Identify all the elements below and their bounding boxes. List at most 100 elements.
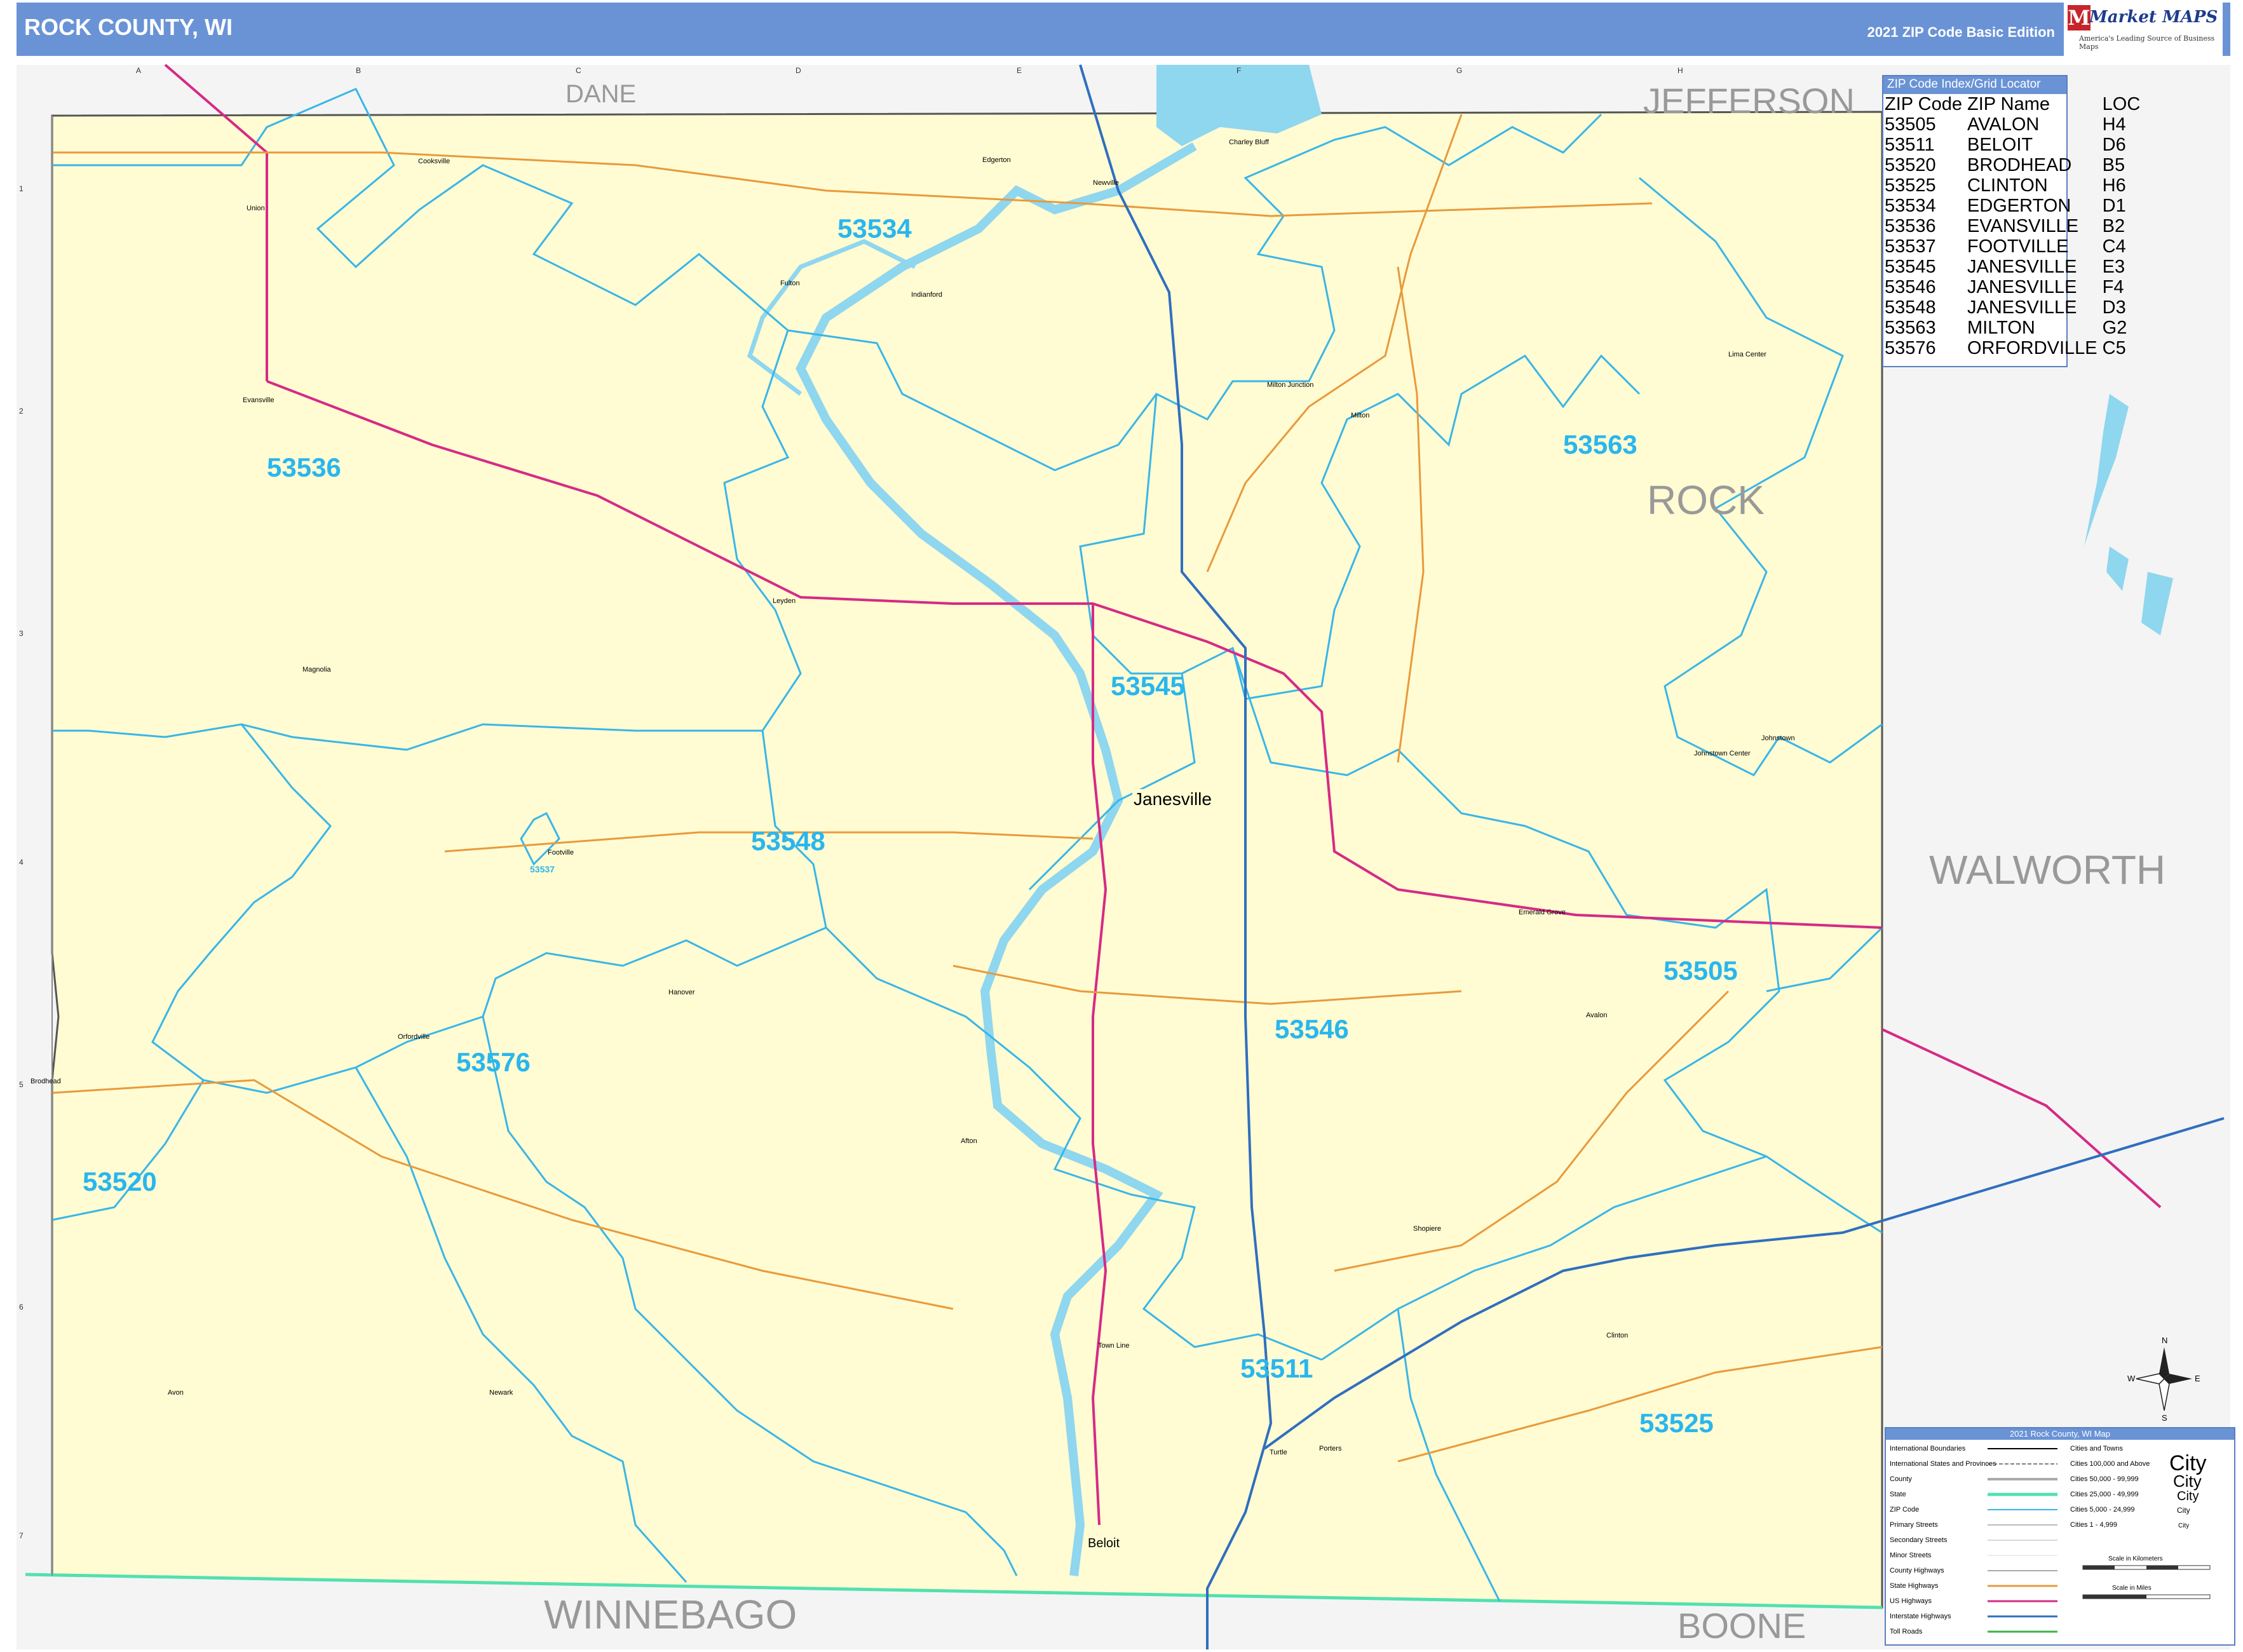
zip-index-loc: D3 xyxy=(2102,297,2126,318)
zip-index-name: EDGERTON xyxy=(1967,196,2071,216)
place-newark: Newark xyxy=(489,1389,513,1397)
grid-col-g: G xyxy=(1456,66,1463,75)
zip-index-row: 53548 JANESVILLE D3 xyxy=(1885,297,2145,318)
grid-row-5: 5 xyxy=(19,1080,24,1089)
scale-km-label: Scale in Kilometers xyxy=(2108,1555,2163,1562)
zip-label-53536: 53536 xyxy=(267,452,341,482)
zip-index-zip: 53511 xyxy=(1885,135,1935,155)
place-janesville: Janesville xyxy=(1132,789,1213,809)
grid-col-b: B xyxy=(356,66,362,75)
zip-index-zip: 53525 xyxy=(1885,175,1936,196)
zip-label-53520: 53520 xyxy=(83,1167,157,1196)
zip-index-loc: B5 xyxy=(2102,155,2125,175)
legend-item: State xyxy=(1890,1491,1906,1498)
zip-label-53537: 53537 xyxy=(530,864,555,874)
zip-index-header-loc: LOC xyxy=(2102,94,2141,114)
zip-index-loc: H6 xyxy=(2102,175,2126,196)
zip-index-loc: H4 xyxy=(2102,114,2126,135)
grid-col-c: C xyxy=(576,66,581,75)
zip-index-row: 53520 BRODHEAD B5 xyxy=(1885,155,2145,175)
zip-label-53534: 53534 xyxy=(837,213,912,243)
legend-item: Cities and Towns xyxy=(2070,1445,2123,1452)
zip-index-loc: G2 xyxy=(2102,318,2127,338)
place-edgerton: Edgerton xyxy=(982,156,1011,164)
legend-item: Cities 100,000 and Above xyxy=(2070,1460,2150,1468)
place-johnstown-center: Johnstown Center xyxy=(1694,750,1751,757)
zip-index-name: EVANSVILLE xyxy=(1967,216,2079,236)
grid-col-f: F xyxy=(1237,66,1242,75)
zip-index-row: 53505 AVALON H4 xyxy=(1885,114,2145,135)
compass-n: N xyxy=(2162,1336,2168,1345)
place-beloit: Beloit xyxy=(1088,1536,1120,1550)
legend-item: Minor Streets xyxy=(1890,1552,1932,1559)
legend-item: County xyxy=(1890,1475,1912,1483)
zip-index-name: FOOTVILLE xyxy=(1967,236,2069,257)
compass-w: W xyxy=(2127,1374,2136,1383)
place-porters: Porters xyxy=(1319,1445,1342,1452)
zip-index-row: 53525 CLINTON H6 xyxy=(1885,175,2145,196)
compass-e: E xyxy=(2195,1374,2200,1383)
legend-item: County Highways xyxy=(1890,1567,1944,1574)
legend-item: US Highways xyxy=(1890,1597,1932,1605)
zip-index-name: MILTON xyxy=(1967,318,2035,338)
zip-label-53563: 53563 xyxy=(1563,430,1637,459)
scale-mi-label: Scale in Miles xyxy=(2112,1585,2152,1592)
zip-index-row: 53511 BELOIT D6 xyxy=(1885,135,2145,155)
grid-col-h: H xyxy=(1677,66,1683,75)
legend-item: State Highways xyxy=(1890,1582,1939,1590)
grid-row-1: 1 xyxy=(19,184,24,193)
zip-index-row: 53537 FOOTVILLE C4 xyxy=(1885,236,2145,257)
zip-index-title: ZIP Code Index/Grid Locator xyxy=(1883,76,2066,94)
zip-index-loc: B2 xyxy=(2102,216,2125,236)
compass-s: S xyxy=(2162,1413,2167,1423)
zip-label-53576: 53576 xyxy=(456,1047,531,1077)
place-leyden: Leyden xyxy=(773,597,796,605)
place-charley-bluff: Charley Bluff xyxy=(1229,139,1269,146)
legend-item: Toll Roads xyxy=(1890,1628,1923,1635)
legend-item: Secondary Streets xyxy=(1890,1536,1948,1544)
zip-index-header-name: ZIP Name xyxy=(1967,94,2050,114)
zip-index-zip: 53545 xyxy=(1885,257,1936,277)
zip-index-zip: 53546 xyxy=(1885,277,1936,297)
zip-index-zip: 53576 xyxy=(1885,338,1936,358)
legend-city-sample: City xyxy=(2177,1489,2199,1503)
zip-index-table: ZIP Code ZIP Name LOC 53505 AVALON H4 5351… xyxy=(1885,94,2145,358)
zip-index-row: 53534 EDGERTON D1 xyxy=(1885,196,2145,216)
legend-title: 2021 Rock County, WI Map xyxy=(1886,1428,2234,1440)
zip-label-53511: 53511 xyxy=(1240,1353,1313,1383)
legend-item: Interstate Highways xyxy=(1890,1613,1951,1620)
grid-row-2: 2 xyxy=(19,407,24,416)
zip-index-loc: C5 xyxy=(2102,338,2126,358)
zip-index-zip: 53505 xyxy=(1885,114,1936,135)
zip-label-53546: 53546 xyxy=(1275,1014,1349,1044)
zip-index-name: JANESVILLE xyxy=(1967,277,2077,297)
place-avalon: Avalon xyxy=(1586,1012,1608,1019)
zip-index-zip: 53548 xyxy=(1885,297,1936,318)
legend-item: Primary Streets xyxy=(1890,1521,1938,1529)
legend-item: Cities 1 - 4,999 xyxy=(2070,1521,2117,1529)
legend-city-sample: City xyxy=(2178,1522,2190,1529)
place-union: Union xyxy=(247,205,265,212)
place-orfordville: Orfordville xyxy=(398,1033,430,1041)
zip-index-loc: D1 xyxy=(2102,196,2126,216)
place-clinton: Clinton xyxy=(1606,1332,1629,1339)
zip-label-53525: 53525 xyxy=(1639,1408,1714,1438)
place-town-line: Town Line xyxy=(1098,1342,1130,1350)
grid-col-a: A xyxy=(136,66,142,75)
zip-index-zip: 53537 xyxy=(1885,236,1936,257)
legend-item: International Boundaries xyxy=(1890,1445,1966,1452)
place-hanover: Hanover xyxy=(668,989,695,996)
grid-col-e: E xyxy=(1017,66,1022,75)
place-milton-junction: Milton Junction xyxy=(1267,381,1314,389)
grid-row-4: 4 xyxy=(19,858,24,867)
grid-row-3: 3 xyxy=(19,629,24,638)
zip-index-row: 53536 EVANSVILLE B2 xyxy=(1885,216,2145,236)
zip-index-loc: D6 xyxy=(2102,135,2126,155)
rock-county-area xyxy=(51,111,1883,1609)
zip-index-name: JANESVILLE xyxy=(1967,257,2077,277)
place-fulton: Fulton xyxy=(780,280,800,287)
zip-index-name: ORFORDVILLE xyxy=(1967,338,2097,358)
place-footville: Footville xyxy=(548,849,574,856)
zip-index-loc: F4 xyxy=(2102,277,2124,297)
zip-index-header-zip: ZIP Code xyxy=(1885,94,1962,114)
